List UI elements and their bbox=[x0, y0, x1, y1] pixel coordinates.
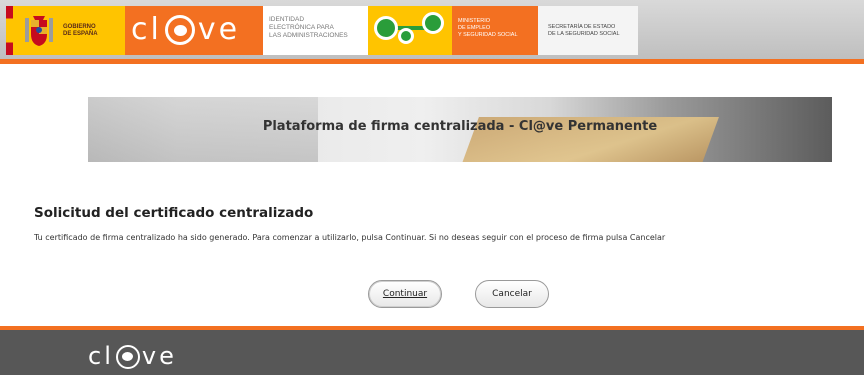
gobierno-espana-text: GOBIERNO DE ESPAÑA bbox=[63, 24, 98, 38]
ministry-line3: Y SEGURIDAD SOCIAL bbox=[458, 32, 518, 38]
idade-line2: ELECTRÓNICA PARA bbox=[269, 24, 334, 31]
header-accent-line bbox=[0, 59, 864, 64]
clave-logo-block: cl ve bbox=[125, 6, 263, 55]
ministry-line2: DE EMPLEO bbox=[458, 25, 491, 31]
footer-logo-left: cl bbox=[88, 342, 114, 370]
ministerio-block: MINISTERIO DE EMPLEO Y SEGURIDAD SOCIAL bbox=[452, 6, 538, 55]
banner-title: Plataforma de firma centralizada - Cl@ve… bbox=[262, 119, 658, 134]
secretaria-block: SECRETARÍA DE ESTADO DE LA SEGURIDAD SOC… bbox=[538, 6, 638, 55]
idade-text: IDENTIDAD ELECTRÓNICA PARA LAS ADMINISTR… bbox=[269, 16, 348, 40]
gobierno-espana-logo: GOBIERNO DE ESPAÑA bbox=[13, 6, 125, 55]
continue-button[interactable]: Continuar bbox=[368, 280, 442, 308]
ministerio-text: MINISTERIO DE EMPLEO Y SEGURIDAD SOCIAL bbox=[458, 18, 518, 39]
secretaria-text: SECRETARÍA DE ESTADO DE LA SEGURIDAD SOC… bbox=[548, 24, 620, 38]
footer-clave-logo: cl ve bbox=[88, 342, 177, 370]
secretaria-line1: SECRETARÍA DE ESTADO bbox=[548, 24, 616, 30]
secretaria-line2: DE LA SEGURIDAD SOCIAL bbox=[548, 31, 620, 37]
seg-circle-icon bbox=[422, 12, 444, 34]
clave-logo-right: ve bbox=[197, 12, 241, 47]
seg-circle-icon bbox=[398, 28, 414, 44]
idade-line1: IDENTIDAD bbox=[269, 16, 305, 23]
idade-line3: LAS ADMINISTRACIONES bbox=[269, 32, 348, 39]
header: GOBIERNO DE ESPAÑA cl ve IDENTIDAD ELECTR… bbox=[0, 0, 864, 64]
banner: Plataforma de firma centralizada - Cl@ve… bbox=[88, 97, 832, 162]
idade-block: IDENTIDAD ELECTRÓNICA PARA LAS ADMINISTR… bbox=[263, 6, 368, 55]
clave-logo: cl ve bbox=[131, 12, 240, 47]
section-title: Solicitud del certificado centralizado bbox=[34, 205, 314, 221]
gov-text-line2: DE ESPAÑA bbox=[63, 31, 98, 37]
ministry-line1: MINISTERIO bbox=[458, 18, 491, 24]
footer-accent-line bbox=[0, 326, 864, 330]
spain-flag-strip bbox=[6, 6, 13, 55]
footer-at-icon bbox=[115, 345, 140, 369]
coat-of-arms-icon bbox=[25, 16, 53, 46]
clave-at-icon bbox=[164, 15, 195, 45]
cancel-button[interactable]: Cancelar bbox=[475, 280, 549, 308]
footer-logo-right: ve bbox=[141, 342, 177, 370]
gov-text-line1: GOBIERNO bbox=[63, 24, 96, 30]
info-message: Tu certificado de firma centralizado ha … bbox=[34, 233, 666, 242]
seg-circle-icon bbox=[374, 16, 398, 40]
clave-logo-left: cl bbox=[131, 12, 162, 47]
seguridad-social-logo bbox=[368, 6, 452, 55]
footer: cl ve bbox=[0, 326, 864, 375]
